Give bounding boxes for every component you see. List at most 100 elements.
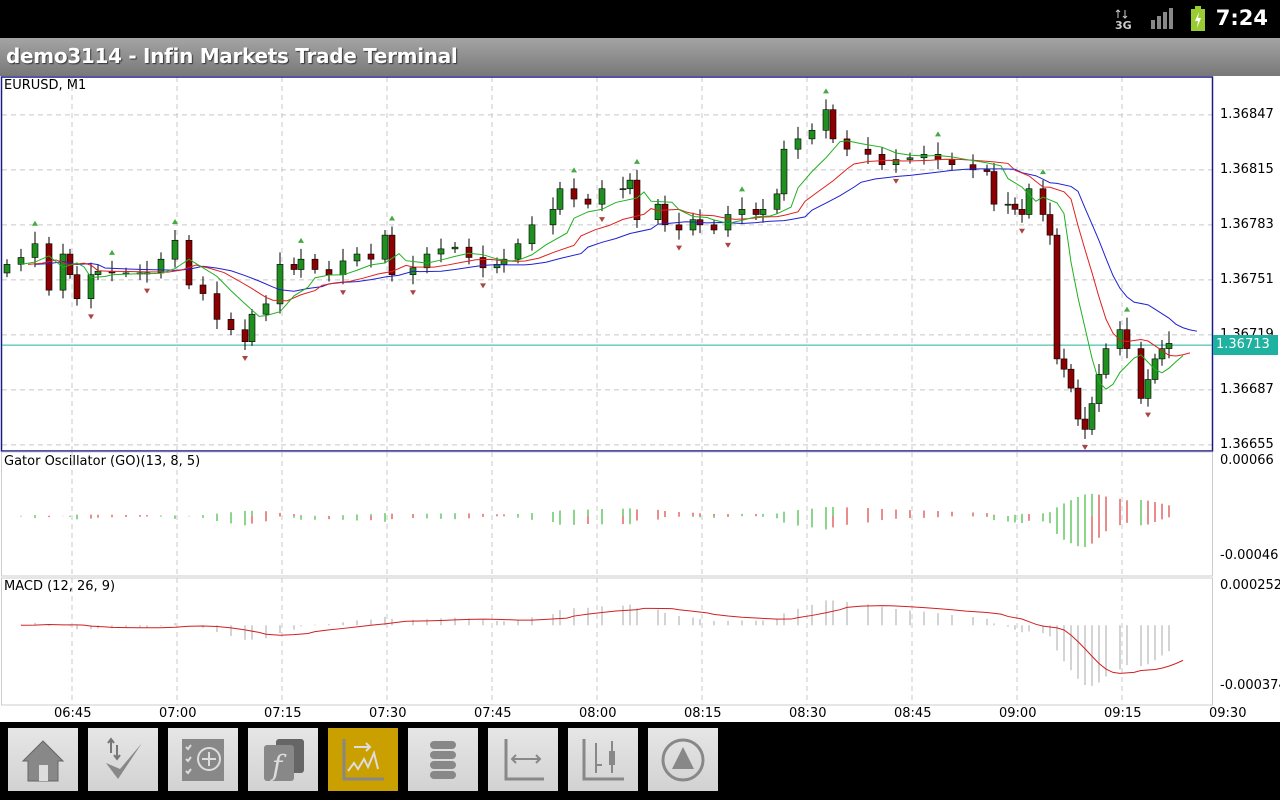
bars-button[interactable]	[568, 728, 638, 791]
candle	[94, 270, 102, 275]
candle	[241, 329, 249, 343]
candle	[598, 188, 606, 205]
candle	[1060, 358, 1068, 370]
fractal-down-marker	[1019, 228, 1025, 234]
title-bar: demo3114 - Infin Markets Trade Terminal	[0, 38, 1280, 76]
candle	[87, 274, 95, 300]
candle	[199, 284, 207, 294]
candle	[1088, 403, 1096, 430]
candle	[465, 246, 473, 258]
main-pane-border	[0, 76, 1214, 452]
fractal-down-marker	[1145, 412, 1151, 418]
time-tick-label: 07:30	[369, 706, 407, 721]
candle	[1144, 379, 1152, 399]
status-bar: 3G 7:24	[0, 0, 1280, 38]
candle	[1053, 234, 1061, 360]
fractal-up-marker	[739, 186, 745, 192]
jaw-line	[34, 168, 1198, 332]
gator-pane-border	[1, 451, 1213, 577]
candle	[17, 257, 25, 265]
signal-icon	[1151, 8, 1173, 29]
candle	[388, 234, 396, 275]
home-icon	[21, 739, 65, 781]
time-tick-label: 08:00	[579, 706, 617, 721]
network-3g-icon: 3G	[1115, 9, 1132, 32]
candle	[45, 243, 53, 291]
price-tick-label: 1.36847	[1220, 106, 1274, 122]
functions-button[interactable]: f	[248, 728, 318, 791]
candle	[864, 148, 872, 155]
candle	[710, 224, 718, 231]
candle	[689, 219, 697, 231]
teeth-line	[27, 158, 1191, 357]
candle	[325, 269, 333, 275]
candle	[759, 209, 767, 215]
time-tick-label: 08:15	[684, 706, 722, 721]
chart-canvas[interactable]	[0, 76, 1280, 722]
candle	[1011, 203, 1019, 210]
fractal-down-marker	[88, 314, 94, 320]
macd-label: MACD (12, 26, 9)	[4, 579, 116, 594]
fractal-up-marker	[634, 158, 640, 164]
candle	[1165, 343, 1173, 349]
fractal-down-marker	[1082, 444, 1088, 450]
candle	[73, 274, 81, 300]
candle	[948, 159, 956, 165]
trade-check-icon	[106, 736, 142, 779]
candle	[1004, 203, 1012, 206]
menu-button[interactable]	[408, 728, 478, 791]
candle	[262, 303, 270, 315]
candle	[570, 188, 578, 200]
candle	[1102, 348, 1110, 375]
candle	[1039, 188, 1047, 215]
fractal-down-marker	[480, 283, 486, 289]
gator-label: Gator Oscillator (GO)(13, 8, 5)	[4, 454, 201, 469]
fractal-up-marker	[389, 215, 395, 221]
candle	[381, 234, 389, 260]
fractal-up-marker	[32, 220, 38, 226]
bottom-toolbar: f	[0, 722, 1280, 800]
chart-area[interactable]: EURUSD, M1 Gator Oscillator (GO)(13, 8, …	[0, 76, 1280, 722]
timeframe-button[interactable]	[488, 728, 558, 791]
time-tick-label: 09:30	[1209, 706, 1247, 721]
candle	[339, 260, 347, 275]
candle	[290, 264, 298, 270]
candle	[1067, 368, 1075, 389]
candle	[213, 293, 221, 320]
up-button[interactable]	[648, 728, 718, 791]
candle	[549, 209, 557, 226]
price-tick-label: 1.36655	[1220, 436, 1274, 452]
chart-type-button[interactable]	[328, 728, 398, 791]
home-button[interactable]	[8, 728, 78, 791]
candle	[1046, 214, 1054, 236]
time-tick-label: 07:45	[474, 706, 512, 721]
fractal-down-marker	[893, 178, 899, 184]
candle	[675, 224, 683, 231]
candle	[3, 264, 11, 274]
trade-button[interactable]	[88, 728, 158, 791]
candle	[626, 179, 634, 190]
candle	[822, 109, 830, 131]
add-indicator-button[interactable]	[168, 728, 238, 791]
candle	[437, 248, 445, 255]
fractal-down-marker	[599, 217, 605, 223]
fractal-down-marker	[676, 245, 682, 251]
current-price-label: 1.36713	[1213, 335, 1278, 356]
candle	[990, 171, 998, 205]
fractal-down-marker	[410, 290, 416, 296]
battery-charging-icon	[1191, 6, 1205, 31]
candle	[157, 258, 165, 274]
window-title: demo3114 - Infin Markets Trade Terminal	[6, 44, 458, 68]
candle	[619, 188, 627, 191]
candle	[906, 157, 914, 160]
candle	[661, 203, 669, 226]
macd-pane-border	[1, 577, 1213, 706]
candle	[185, 239, 193, 286]
price-tick-label: 1.36815	[1220, 161, 1274, 177]
candle	[423, 253, 431, 269]
candle	[353, 253, 361, 262]
up-triangle-icon	[661, 738, 705, 781]
candle	[1074, 387, 1082, 420]
macd-axis-min: -0.000374	[1220, 678, 1280, 693]
candle	[794, 138, 802, 150]
